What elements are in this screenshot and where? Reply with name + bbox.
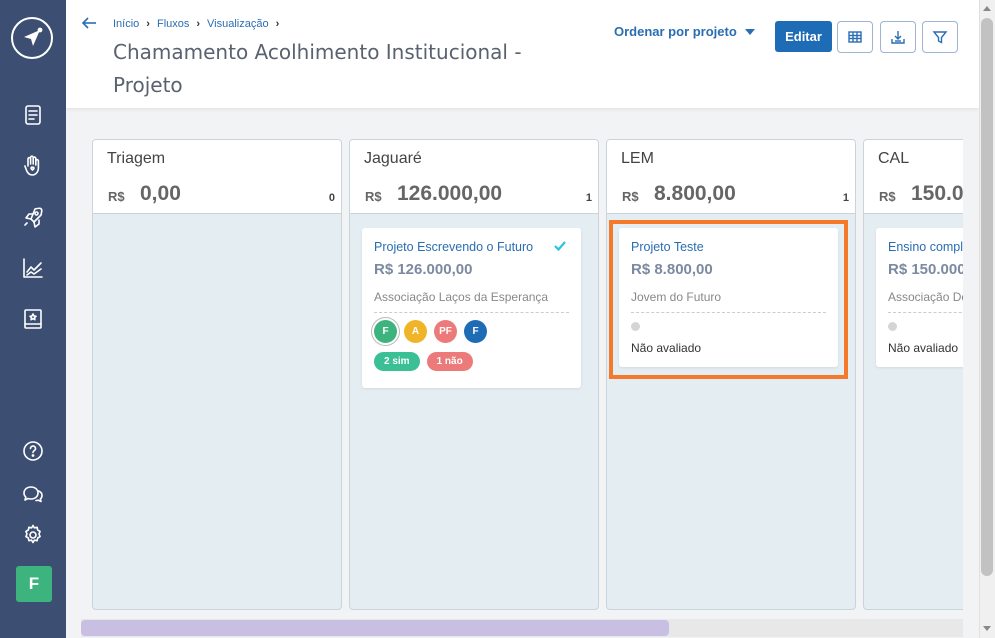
card-divider xyxy=(374,312,569,313)
no-votes-badge: 1 não xyxy=(426,352,473,371)
rocket-icon[interactable] xyxy=(19,203,47,231)
vote-badges: 2 sim 1 não xyxy=(374,352,473,371)
column-currency: R$ xyxy=(622,189,639,204)
filter-icon xyxy=(932,31,948,44)
column-jaguare: Jaguaré R$ 126.000,00 1 Projeto Escreven… xyxy=(349,139,599,610)
column-title: Triagem xyxy=(107,150,166,167)
horizontal-scrollbar-thumb[interactable] xyxy=(81,620,669,636)
page-title: Chamamento Acolhimento Institucional - P… xyxy=(113,40,522,97)
download-icon xyxy=(891,31,905,44)
table-view-button[interactable] xyxy=(837,21,873,53)
evaluation-status: Não avaliado xyxy=(888,341,959,355)
evaluation-status: Não avaliado xyxy=(631,341,702,355)
project-card[interactable]: Ensino complementar R$ 150.000,00 Associ… xyxy=(876,228,963,367)
scroll-up-icon[interactable] xyxy=(983,6,991,11)
column-total: 8.800,00 xyxy=(654,182,736,205)
column-header: Triagem R$ 0,00 0 xyxy=(93,140,341,214)
card-value: R$ 150.000,00 xyxy=(888,261,963,278)
breadcrumb-visualizacao[interactable]: Visualização xyxy=(207,18,269,30)
breadcrumb-separator: › xyxy=(196,18,201,30)
table-icon xyxy=(848,31,862,43)
vertical-scrollbar-thumb[interactable] xyxy=(981,18,993,576)
edit-button[interactable]: Editar xyxy=(775,21,832,52)
column-title: CAL xyxy=(878,150,910,167)
column-count: 1 xyxy=(585,192,592,204)
column-header: LEM R$ 8.800,00 1 xyxy=(607,140,855,214)
card-value: R$ 8.800,00 xyxy=(631,261,713,278)
column-count: 1 xyxy=(842,192,849,204)
chevron-down-icon xyxy=(744,28,755,35)
column-header: CAL R$ 150.000,00 1 xyxy=(864,140,963,214)
heart-hand-icon[interactable] xyxy=(19,152,47,180)
card-organization: Associação Despertar xyxy=(888,290,963,304)
gear-icon[interactable] xyxy=(19,521,47,549)
check-icon xyxy=(553,238,567,252)
kanban-board: Triagem R$ 0,00 0 Jaguaré R$ 126.000,00 … xyxy=(66,108,963,618)
column-total: 0,00 xyxy=(140,182,181,205)
card-title: Ensino complementar xyxy=(888,240,963,254)
column-title: Jaguaré xyxy=(364,150,422,167)
project-card[interactable]: Projeto Escrevendo o Futuro R$ 126.000,0… xyxy=(362,228,581,388)
document-icon[interactable] xyxy=(19,101,47,129)
evaluator-avatar[interactable]: F xyxy=(374,320,397,343)
app-logo[interactable] xyxy=(11,17,53,59)
chart-line-icon[interactable] xyxy=(19,254,47,282)
column-total: 150.000,00 xyxy=(911,182,963,205)
evaluator-avatar[interactable]: A xyxy=(404,320,427,343)
card-divider xyxy=(888,312,963,313)
evaluator-avatar[interactable]: PF xyxy=(434,320,457,343)
project-card[interactable]: Projeto Teste R$ 8.800,00 Jovem do Futur… xyxy=(619,228,838,367)
column-currency: R$ xyxy=(879,189,896,204)
status-dot xyxy=(888,322,897,331)
breadcrumb-separator: › xyxy=(146,18,150,30)
download-button[interactable] xyxy=(880,21,916,53)
page-header: Início › Fluxos › Visualização › Chamame… xyxy=(66,0,979,108)
card-title: Projeto Teste xyxy=(631,240,704,254)
card-value: R$ 126.000,00 xyxy=(374,261,473,278)
send-logo-icon xyxy=(24,27,43,46)
column-title: LEM xyxy=(621,150,654,167)
status-dot xyxy=(631,322,640,331)
breadcrumb-fluxos[interactable]: Fluxos xyxy=(157,18,189,30)
column-triagem: Triagem R$ 0,00 0 xyxy=(92,139,342,610)
column-cal: CAL R$ 150.000,00 1 Ensino complementar … xyxy=(863,139,963,610)
card-title: Projeto Escrevendo o Futuro xyxy=(374,240,534,254)
user-avatar[interactable]: F xyxy=(16,566,52,602)
chat-icon[interactable] xyxy=(19,480,47,508)
column-header: Jaguaré R$ 126.000,00 1 xyxy=(350,140,598,214)
sort-label: Ordenar por projeto xyxy=(614,24,737,39)
card-divider xyxy=(631,312,826,313)
yes-votes-badge: 2 sim xyxy=(374,352,420,371)
breadcrumb-separator: › xyxy=(275,18,280,30)
breadcrumb-inicio[interactable]: Início xyxy=(113,18,139,30)
card-organization: Associação Laços da Esperança xyxy=(374,290,549,304)
sidebar: F xyxy=(0,0,66,638)
evaluator-avatar[interactable]: F xyxy=(464,320,487,343)
card-organization: Jovem do Futuro xyxy=(631,290,722,304)
sort-dropdown[interactable]: Ordenar por projeto xyxy=(614,24,755,39)
column-lem: LEM R$ 8.800,00 1 Projeto Teste R$ 8.800… xyxy=(606,139,856,610)
filter-button[interactable] xyxy=(922,21,958,53)
column-total: 126.000,00 xyxy=(397,182,503,205)
breadcrumb: Início › Fluxos › Visualização › xyxy=(113,18,286,30)
help-icon[interactable] xyxy=(19,437,47,465)
scroll-down-icon[interactable] xyxy=(983,626,991,631)
column-count: 0 xyxy=(328,192,335,204)
back-arrow-icon[interactable] xyxy=(80,14,98,32)
book-star-icon[interactable] xyxy=(19,305,47,333)
column-currency: R$ xyxy=(365,189,382,204)
column-currency: R$ xyxy=(108,189,125,204)
evaluator-avatars: F A PF F xyxy=(374,320,487,343)
